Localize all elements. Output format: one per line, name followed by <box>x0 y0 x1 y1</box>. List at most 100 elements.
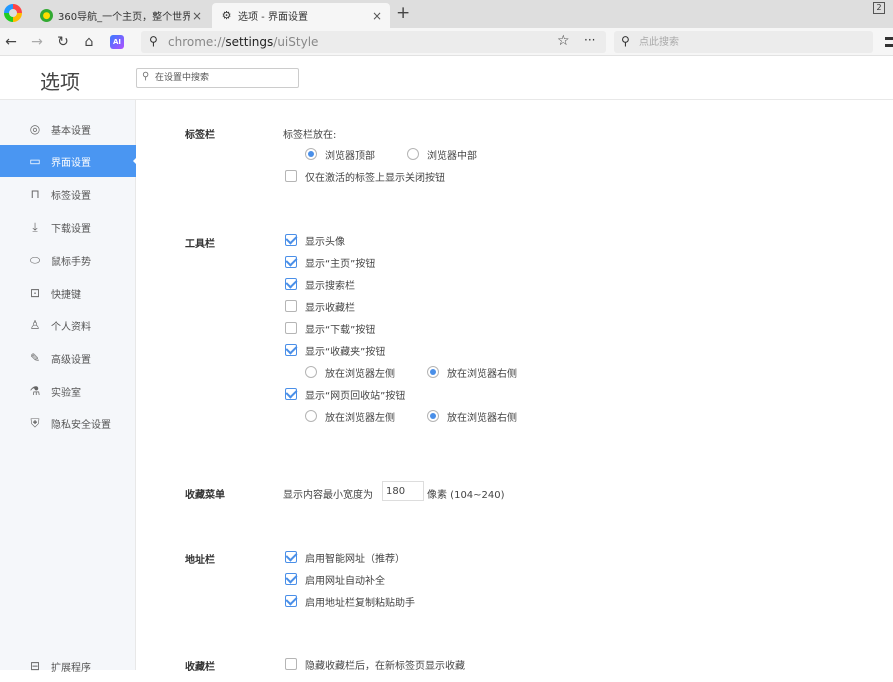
checkbox[interactable] <box>285 344 297 356</box>
sidebar-item-privacy[interactable]: ⛨ 隐私安全设置 <box>0 407 136 439</box>
checkbox-label: 仅在激活的标签上显示关闭按钮 <box>305 172 445 184</box>
settings-content: 标签栏 标签栏放在: 浏览器顶部 浏览器中部 仅在激活的标签上显示关闭按钮 工具… <box>137 100 893 673</box>
sidebar-item-basic[interactable]: ◎ 基本设置 <box>0 113 136 145</box>
checkbox[interactable] <box>285 388 297 400</box>
settings-search-input[interactable] <box>155 71 295 85</box>
checkbox-show-bookmarks-bar[interactable]: 显示收藏栏 <box>285 297 355 315</box>
search-icon: ⚲ <box>149 34 158 48</box>
radio-tabbar-top[interactable]: 浏览器顶部 <box>305 145 375 163</box>
checkbox-label: 启用地址栏复制粘贴助手 <box>305 597 415 609</box>
checkbox-label: 显示搜索栏 <box>305 280 355 292</box>
bookmark-star-icon[interactable]: ☆ <box>557 33 570 49</box>
checkbox[interactable] <box>285 595 297 607</box>
radio-button[interactable] <box>305 366 317 378</box>
checkbox-label: 隐藏收藏栏后，在新标签页显示收藏 <box>305 660 465 672</box>
checkbox[interactable] <box>285 658 297 670</box>
radio-button[interactable] <box>427 366 439 378</box>
sidebar-item-label: 快捷键 <box>51 289 81 301</box>
sidebar-item-label: 界面设置 <box>51 157 91 169</box>
toolbar-search-box[interactable]: ⚲ <box>614 31 873 53</box>
ai-assistant-icon[interactable]: AI <box>110 35 124 49</box>
radio-tabbar-middle[interactable]: 浏览器中部 <box>407 145 477 163</box>
search-icon: ⚲ <box>621 34 630 48</box>
sidebar-item-lab[interactable]: ⚗ 实验室 <box>0 375 136 407</box>
sidebar-item-mouse[interactable]: ⬭ 鼠标手势 <box>0 244 136 276</box>
tab-label: 360导航_一个主页，整个世界 <box>58 12 190 23</box>
favmenu-width-input[interactable] <box>382 481 424 501</box>
checkbox[interactable] <box>285 278 297 290</box>
favmenu-width-prefix: 显示内容最小宽度为 <box>283 490 373 501</box>
checkbox[interactable] <box>285 322 297 334</box>
checkbox-label: 显示“下载”按钮 <box>305 324 376 336</box>
checkbox-close-on-active[interactable]: 仅在激活的标签上显示关闭按钮 <box>285 167 445 185</box>
checkbox-paste-helper[interactable]: 启用地址栏复制粘贴助手 <box>285 592 415 610</box>
extensions-icon: ⊟ <box>29 659 41 673</box>
checkbox-label: 显示“收藏夹”按钮 <box>305 346 386 358</box>
radio-favorites-left[interactable]: 放在浏览器左侧 <box>305 363 395 381</box>
browser-logo-icon[interactable] <box>4 4 22 22</box>
settings-search-box[interactable]: ⚲ <box>136 68 299 88</box>
checkbox-show-home[interactable]: 显示“主页”按钮 <box>285 253 375 271</box>
page-title: 选项 <box>40 70 80 94</box>
section-title-favmenu: 收藏菜单 <box>185 490 225 501</box>
sidebar-item-label: 标签设置 <box>51 190 91 202</box>
address-bar[interactable]: ⚲ chrome://settings/uiStyle ☆ ··· <box>141 31 606 53</box>
section-title-toolbar: 工具栏 <box>185 239 215 250</box>
radio-recycle-left[interactable]: 放在浏览器左侧 <box>305 407 395 425</box>
sidebar-item-label: 下载设置 <box>51 223 91 235</box>
sidebar-item-profile[interactable]: ♙ 个人资料 <box>0 309 136 341</box>
radio-button[interactable] <box>305 148 317 160</box>
checkbox[interactable] <box>285 573 297 585</box>
shield-icon: ⛨ <box>30 415 40 430</box>
radio-button[interactable] <box>427 410 439 422</box>
sidebar-item-shortcuts[interactable]: ⊡ 快捷键 <box>0 277 136 309</box>
reload-icon[interactable]: ↻ <box>53 32 73 52</box>
tab-settings[interactable]: ⚙ 选项 - 界面设置 × <box>212 3 390 28</box>
sidebar-item-download[interactable]: ⤓ 下载设置 <box>0 211 136 243</box>
radio-favorites-right[interactable]: 放在浏览器右侧 <box>427 363 517 381</box>
sidebar-item-label: 高级设置 <box>51 354 91 366</box>
checkbox[interactable] <box>285 551 297 563</box>
address-url[interactable]: chrome://settings/uiStyle <box>168 35 318 49</box>
checkbox[interactable] <box>285 300 297 312</box>
checkbox[interactable] <box>285 256 297 268</box>
checkbox-smart-url[interactable]: 启用智能网址（推荐） <box>285 548 405 566</box>
back-arrow-icon[interactable]: ← <box>1 32 21 52</box>
tab-360-nav[interactable]: ● 360导航_一个主页，整个世界 × <box>32 3 210 28</box>
window-count-badge[interactable]: 2 <box>873 2 885 14</box>
checkbox-url-autocomplete[interactable]: 启用网址自动补全 <box>285 570 385 588</box>
checkbox-show-favorites[interactable]: 显示“收藏夹”按钮 <box>285 341 385 359</box>
person-icon: ♙ <box>29 318 41 332</box>
checkbox-show-recycle[interactable]: 显示“网页回收站”按钮 <box>285 385 405 403</box>
checkbox-label: 显示头像 <box>305 236 345 248</box>
lab-icon: ⚗ <box>29 384 41 398</box>
checkbox[interactable] <box>285 170 297 182</box>
forward-arrow-icon[interactable]: → <box>27 32 47 52</box>
checkbox-label: 显示收藏栏 <box>305 302 355 314</box>
menu-icon[interactable] <box>885 37 893 47</box>
gear-icon: ⚙ <box>221 9 232 22</box>
radio-label: 放在浏览器右侧 <box>447 368 517 380</box>
radio-button[interactable] <box>305 410 317 422</box>
search-icon: ⚲ <box>142 71 150 82</box>
radio-button[interactable] <box>407 148 419 160</box>
checkbox-show-favorites-newtab[interactable]: 隐藏收藏栏后，在新标签页显示收藏 <box>285 655 465 673</box>
toolbar-search-input[interactable] <box>639 34 859 50</box>
settings-header: 选项 ⚲ <box>0 56 893 100</box>
checkbox[interactable] <box>285 234 297 246</box>
checkbox-label: 显示“主页”按钮 <box>305 258 376 270</box>
new-tab-button[interactable]: + <box>396 3 410 23</box>
checkbox-show-searchbar[interactable]: 显示搜索栏 <box>285 275 355 293</box>
tab-close-icon[interactable]: × <box>190 9 204 23</box>
sidebar-item-advanced[interactable]: ✎ 高级设置 <box>0 342 136 374</box>
checkbox-show-avatar[interactable]: 显示头像 <box>285 231 345 249</box>
sidebar-item-tabs[interactable]: ⊓ 标签设置 <box>0 178 136 210</box>
home-icon[interactable]: ⌂ <box>79 32 99 52</box>
radio-recycle-right[interactable]: 放在浏览器右侧 <box>427 407 517 425</box>
checkbox-label: 显示“网页回收站”按钮 <box>305 390 406 402</box>
more-options-icon[interactable]: ··· <box>584 33 595 47</box>
sidebar-item-extensions[interactable]: ⊟ 扩展程序 <box>0 650 136 682</box>
checkbox-show-download[interactable]: 显示“下载”按钮 <box>285 319 375 337</box>
sidebar-item-ui[interactable]: ▭ 界面设置 <box>0 145 137 177</box>
tab-close-icon[interactable]: × <box>370 9 384 23</box>
